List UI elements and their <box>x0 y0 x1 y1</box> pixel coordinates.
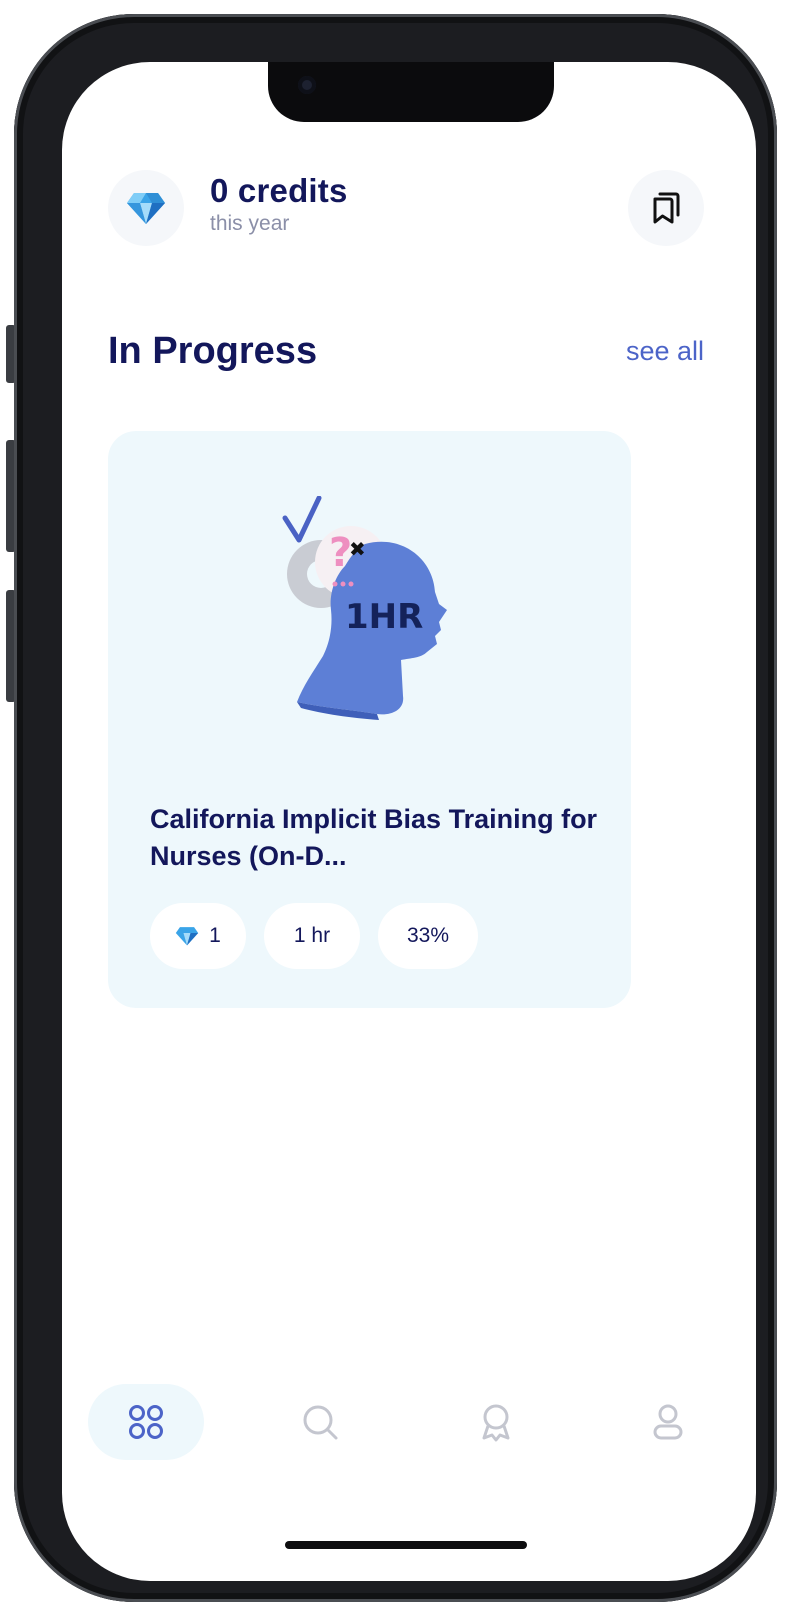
course-illustration: ? ✖ 1HR <box>282 496 447 720</box>
course-title: California Implicit Bias Training for Nu… <box>150 804 598 871</box>
nav-profile[interactable] <box>610 1384 726 1460</box>
bookmarks-icon <box>653 192 680 224</box>
award-icon <box>482 1404 510 1442</box>
credits-count: 0 credits <box>210 172 348 209</box>
duration-pill: 1 hr <box>264 903 360 969</box>
front-camera <box>298 76 316 94</box>
user-icon <box>653 1404 683 1440</box>
phone-frame: 0 credits this year In Progress see all <box>14 14 777 1602</box>
search-icon <box>303 1405 338 1440</box>
illustration-label: 1HR <box>345 597 423 637</box>
diamond-icon <box>127 193 165 224</box>
app-screen: 0 credits this year In Progress see all <box>62 62 756 1581</box>
bookmarks-button[interactable] <box>628 170 704 246</box>
grid-icon <box>129 1405 163 1439</box>
home-indicator[interactable] <box>285 1541 527 1549</box>
svg-text:✖: ✖ <box>349 537 366 561</box>
credits-value: 1 <box>209 924 221 947</box>
progress-pill: 33% <box>378 903 478 969</box>
progress-value: 33% <box>406 924 450 947</box>
see-all-link[interactable]: see all <box>626 336 704 367</box>
duration-value: 1 hr <box>293 924 331 947</box>
course-card[interactable]: ? ✖ 1HR California Implicit Bias Trainin… <box>108 431 631 1008</box>
nav-search[interactable] <box>262 1384 378 1460</box>
nav-achievements[interactable] <box>438 1384 554 1460</box>
credits-gem-badge <box>108 170 184 246</box>
credits-period: this year <box>210 212 290 235</box>
nav-home[interactable] <box>88 1384 204 1460</box>
notch <box>268 62 554 122</box>
diamond-icon <box>175 927 199 946</box>
section-title: In Progress <box>108 330 318 372</box>
credits-pill: 1 <box>150 903 246 969</box>
